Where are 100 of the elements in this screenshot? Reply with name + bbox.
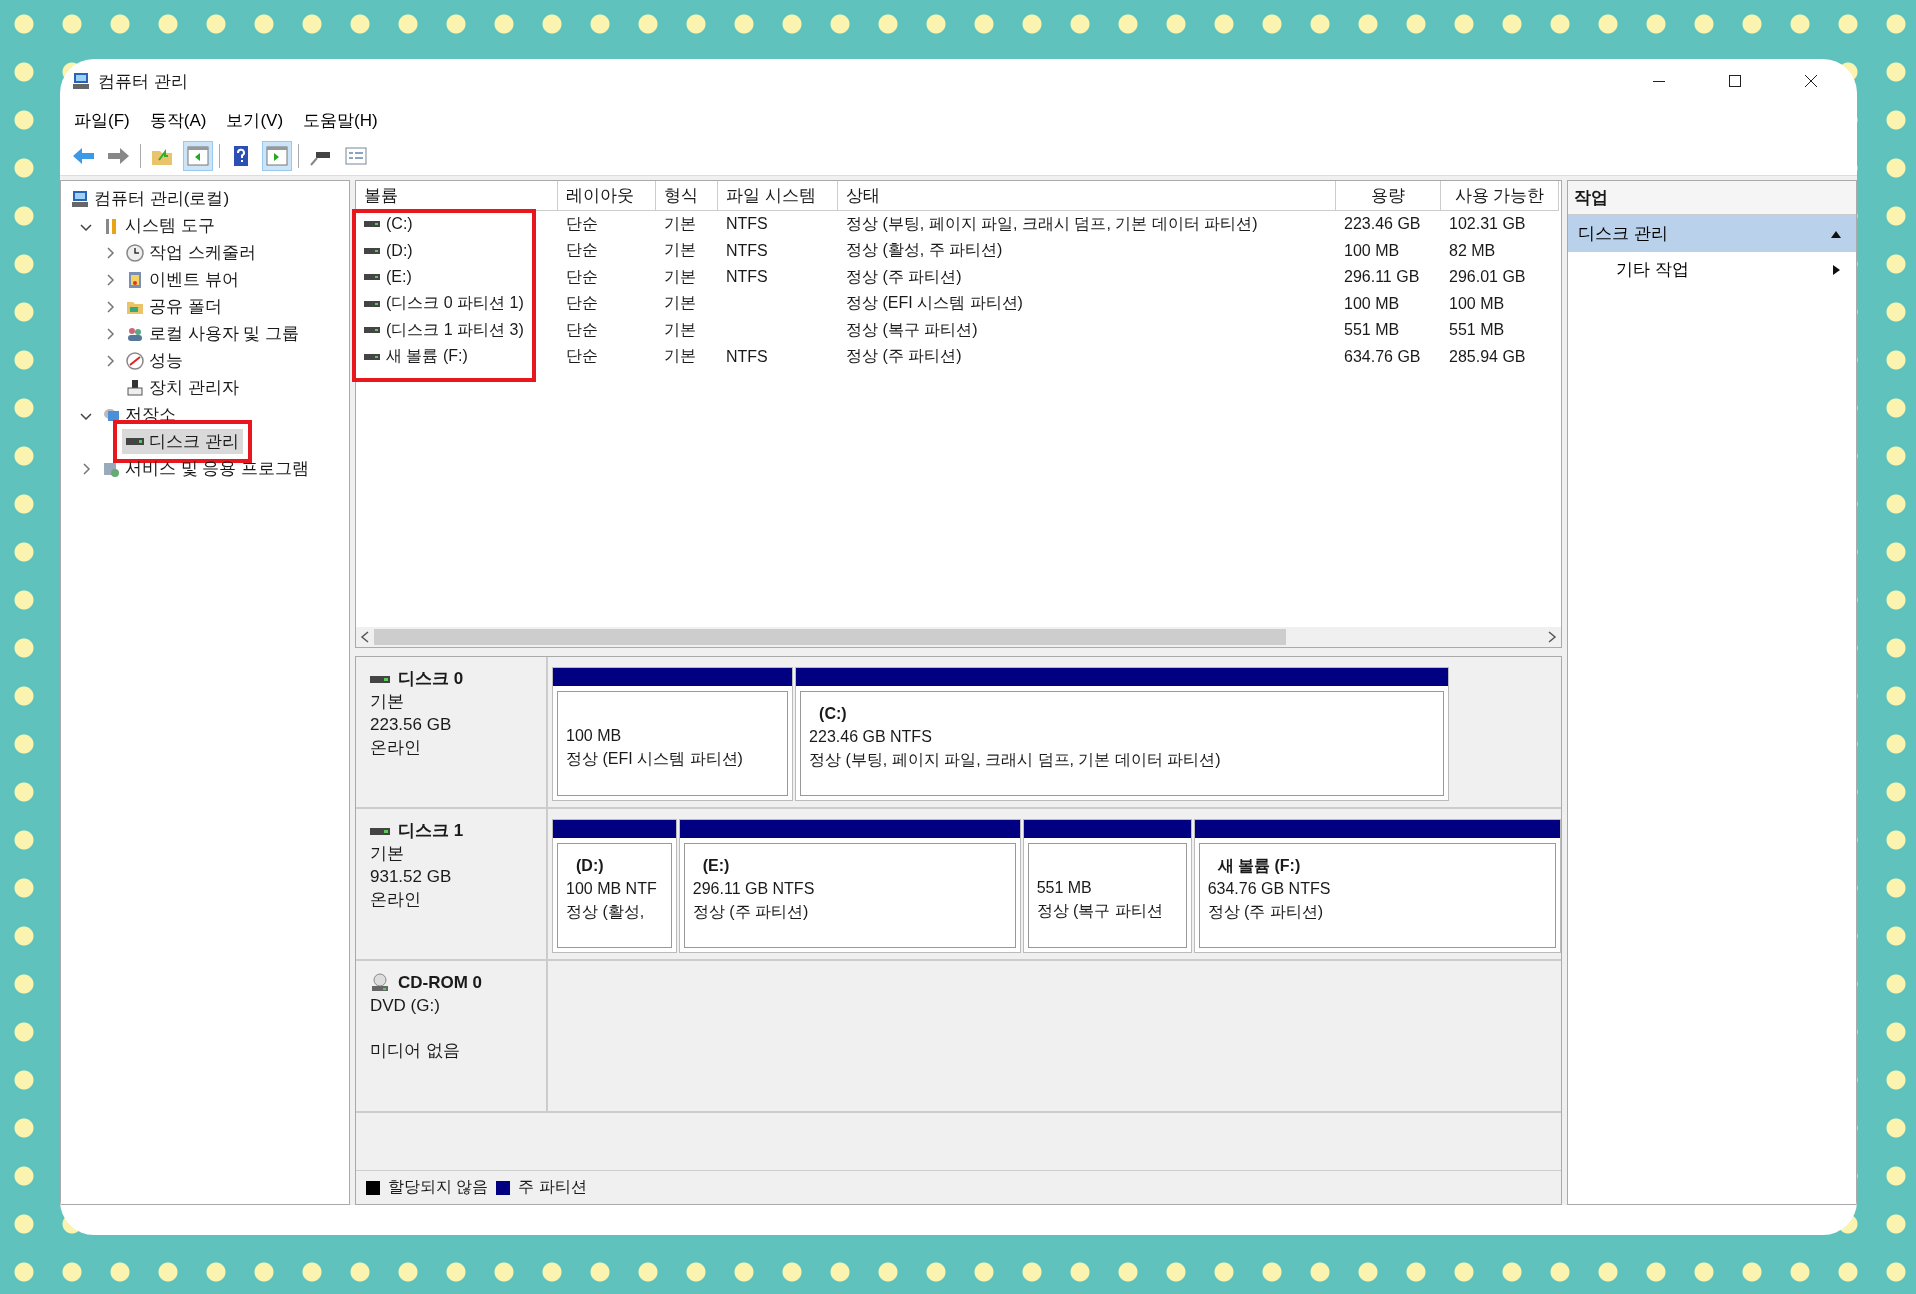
table-cell-text: 단순 <box>566 213 598 234</box>
scrollbar-thumb[interactable] <box>374 629 1286 645</box>
expand-chevron-icon[interactable] <box>81 462 91 475</box>
minimize-icon <box>1653 80 1665 82</box>
table-cell: (E:) <box>386 268 412 287</box>
table-cell-text: 정상 (활성, 주 파티션) <box>846 240 1003 261</box>
pane-icon <box>186 144 210 168</box>
tree-item[interactable]: 작업 스케줄러 <box>122 240 260 265</box>
drive-icon <box>126 438 144 445</box>
action-item[interactable]: 기타 작업 <box>1568 252 1856 287</box>
partition-size: 551 MB <box>1036 878 1093 898</box>
table-cell-text: 기본 <box>664 346 696 367</box>
tree-item[interactable]: 이벤트 뷰어 <box>122 267 243 292</box>
computer-icon <box>71 189 89 208</box>
actions-section[interactable]: 디스크 관리 <box>1568 215 1856 252</box>
device-icon <box>126 378 144 397</box>
table-cell-text: 정상 (복구 파티션) <box>846 319 978 340</box>
partition-label: (D:) <box>575 856 605 876</box>
partition-block[interactable]: 100 MB 정상 (EFI 시스템 파티션) <box>552 667 794 801</box>
table-cell: 100 MB <box>1344 294 1400 313</box>
disk-detail: 온라인 <box>370 889 422 911</box>
column-header[interactable]: 레이아웃 <box>558 181 656 211</box>
column-header[interactable]: 형식 <box>656 181 718 211</box>
expand-chevron-icon[interactable] <box>105 354 115 367</box>
scroll-left-icon[interactable] <box>360 631 370 643</box>
column-header[interactable]: 파일 시스템 <box>718 181 838 211</box>
scroll-right-icon[interactable] <box>1547 631 1557 643</box>
list-icon <box>344 144 368 168</box>
table-cell-text: 단순 <box>566 266 598 287</box>
legend-label: 주 파티션 <box>518 1177 587 1197</box>
partition-size: 223.46 GB NTFS <box>809 727 933 747</box>
partition-block[interactable]: (E:) 296.11 GB NTFS 정상 (주 파티션) <box>678 819 1021 953</box>
expand-chevron-icon[interactable] <box>105 246 115 259</box>
partition-block[interactable]: (D:) 100 MB NTF 정상 (활성, <box>552 819 677 953</box>
drive-icon <box>364 219 380 230</box>
disk-detail: 931.52 GB <box>370 866 453 888</box>
computer-icon <box>72 72 90 90</box>
disk-detail: 온라인 <box>370 737 422 759</box>
table-cell: NTFS <box>726 215 768 234</box>
expand-chevron-icon[interactable] <box>105 273 115 286</box>
close-icon <box>1805 75 1817 87</box>
tree-item[interactable]: 서비스 및 응용 프로그램 <box>98 456 314 481</box>
drive-icon <box>364 351 380 362</box>
menu-item[interactable]: 보기(V) <box>218 105 292 135</box>
table-cell: 296.11 GB <box>1344 268 1420 287</box>
table-cell-text: 단순 <box>566 240 598 261</box>
partition-block[interactable]: 새 볼륨 (F:) 634.76 GB NTFS 정상 (주 파티션) <box>1193 819 1561 953</box>
tree-item[interactable]: 시스템 도구 <box>98 213 219 238</box>
table-cell: 285.94 GB <box>1449 347 1526 366</box>
table-cell-text: 기본 <box>664 293 696 314</box>
table-cell-text: 새 볼륨 (F:) <box>386 346 468 367</box>
table-cell-text: 정상 (부팅, 페이지 파일, 크래시 덤프, 기본 데이터 파티션) <box>846 213 1258 234</box>
actions-header: 작업 <box>1568 181 1856 215</box>
expand-chevron-icon[interactable] <box>105 327 115 340</box>
partition-label: (C:) <box>818 704 848 724</box>
partition-status: 정상 (활성, <box>566 902 646 922</box>
table-cell: NTFS <box>726 268 768 287</box>
disk-name: 디스크 1 <box>398 820 464 842</box>
tree-item[interactable]: 공유 폴더 <box>122 294 226 319</box>
table-cell: 551 MB <box>1449 321 1505 340</box>
table-cell: 100 MB <box>1344 241 1400 260</box>
clock-icon <box>126 243 144 262</box>
table-cell-text: 단순 <box>566 346 598 367</box>
partition-size: 100 MB NTF <box>566 879 658 899</box>
maximize-icon <box>1729 75 1741 87</box>
table-cell-text: 단순 <box>566 293 598 314</box>
partition-size: 634.76 GB NTFS <box>1207 879 1332 899</box>
partition-block[interactable]: 551 MB 정상 (복구 파티션 <box>1022 819 1192 953</box>
menu-item[interactable]: 동작(A) <box>141 105 215 135</box>
menu-item[interactable]: 도움말(H) <box>295 105 386 135</box>
disk-detail: 기본 <box>370 843 405 865</box>
column-header[interactable]: 사용 가능한 <box>1441 181 1559 211</box>
partition-block[interactable]: (C:) 223.46 GB NTFS 정상 (부팅, 페이지 파일, 크래시 덤프, 기본 데이터 파티션) <box>795 667 1449 801</box>
column-header[interactable]: 상태 <box>838 181 1336 211</box>
disk-detail: DVD (G:) <box>370 995 441 1017</box>
table-cell-text: (디스크 0 파티션 1) <box>386 293 524 314</box>
expand-chevron-icon[interactable] <box>105 300 115 313</box>
gauge-icon <box>126 351 144 370</box>
disk-detail: 기본 <box>370 691 405 713</box>
table-cell: 82 MB <box>1449 241 1496 260</box>
tree-item[interactable]: 컴퓨터 관리(로컬) <box>67 186 234 211</box>
tree-item[interactable]: 성능 <box>122 348 187 373</box>
partition-size: 100 MB <box>566 726 623 746</box>
drive-icon <box>364 272 380 283</box>
menu-item[interactable]: 파일(F) <box>66 105 138 135</box>
table-cell: (C:) <box>386 215 413 234</box>
tree-item[interactable]: 장치 관리자 <box>122 375 243 400</box>
column-header[interactable]: 용량 <box>1336 181 1441 211</box>
partition-status: 정상 (EFI 시스템 파티션) <box>566 749 744 769</box>
table-cell: 551 MB <box>1344 321 1400 340</box>
table-cell: NTFS <box>726 241 768 260</box>
table-cell: 102.31 GB <box>1449 215 1526 234</box>
partition-status: 정상 (주 파티션) <box>1207 902 1325 922</box>
tree-item[interactable]: 디스크 관리 <box>122 429 243 454</box>
partition-status: 정상 (부팅, 페이지 파일, 크래시 덤프, 기본 데이터 파티션) <box>809 750 1222 770</box>
drive-icon <box>364 298 380 309</box>
submenu-arrow-icon <box>1830 263 1842 276</box>
tree-item[interactable]: 로컬 사용자 및 그룹 <box>122 321 304 346</box>
table-cell-text: 단순 <box>566 319 598 340</box>
partition-status: 정상 (주 파티션) <box>692 902 810 922</box>
